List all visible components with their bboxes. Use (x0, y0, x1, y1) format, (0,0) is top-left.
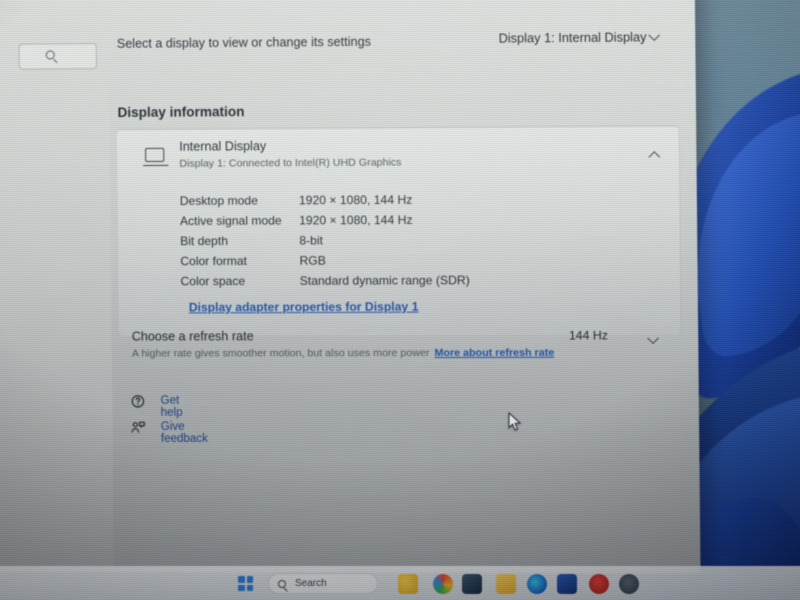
whatsapp-icon[interactable] (398, 574, 418, 594)
help-links: Get help Give feedback (118, 392, 208, 445)
spec-key: Color format (180, 253, 248, 269)
search-icon (45, 50, 55, 60)
spec-value: 8-bit (299, 233, 324, 248)
refresh-rate-description: A higher rate gives smoother motion, but… (132, 347, 554, 360)
refresh-rate-description-text: A higher rate gives smoother motion, but… (131, 346, 430, 360)
spec-value: 1920 × 1080, 144 Hz (298, 192, 413, 208)
display-selector-row: Select a display to view or change its s… (116, 29, 677, 65)
get-help-icon (130, 394, 145, 409)
spec-value: RGB (299, 253, 326, 268)
spec-row: Active signal mode 1920 × 1080, 144 Hz (118, 211, 680, 234)
refresh-rate-dropdown[interactable] (647, 331, 659, 349)
refresh-rate-value[interactable]: 144 Hz (569, 328, 608, 342)
chevron-down-icon (647, 332, 659, 345)
chevron-up-icon (648, 151, 661, 163)
display-card-header[interactable]: Internal Display Display 1: Connected to… (117, 126, 680, 186)
section-heading: Display information (117, 104, 245, 121)
refresh-rate-row: Choose a refresh rate A higher rate give… (118, 324, 682, 366)
spec-row: Color space Standard dynamic range (SDR) (118, 272, 680, 294)
more-about-refresh-rate-link[interactable]: More about refresh rate (429, 347, 555, 359)
settings-icon[interactable] (619, 574, 639, 594)
settings-window: e rity date System›Display›Advanced disp… (0, 0, 701, 574)
spec-key: Active signal mode (179, 213, 282, 229)
display-spec-list: Desktop mode 1920 × 1080, 144 Hz Active … (117, 183, 680, 335)
edge-icon[interactable] (527, 574, 547, 594)
windows-logo-icon[interactable] (238, 576, 253, 591)
taskbar: Search (0, 566, 800, 600)
collapse-toggle[interactable] (648, 147, 661, 165)
spec-key: Desktop mode (179, 193, 258, 208)
display-card-title: Internal Display (179, 139, 267, 154)
spec-key: Bit depth (180, 233, 229, 249)
give-feedback-label: Give feedback (160, 420, 209, 445)
search-icon (278, 580, 286, 588)
settings-sidebar: e rity date (0, 0, 114, 573)
chrome-icon[interactable] (433, 574, 453, 594)
give-feedback-icon (131, 420, 146, 435)
opera-icon[interactable] (589, 574, 609, 594)
spec-key: Color space (180, 273, 246, 289)
spec-value: Standard dynamic range (SDR) (299, 273, 470, 288)
settings-content: System›Display›Advanced display Select a… (108, 0, 700, 574)
chevron-down-icon (648, 29, 660, 42)
display-selector-label: Select a display to view or change its s… (116, 34, 372, 51)
file-explorer-icon[interactable] (496, 574, 516, 594)
display-adapter-properties-link[interactable]: Display adapter properties for Display 1 (189, 300, 419, 315)
store-icon[interactable] (462, 574, 482, 594)
display-card-subtitle: Display 1: Connected to Intel(R) UHD Gra… (179, 156, 402, 170)
sidebar-search-input[interactable] (18, 43, 98, 70)
taskbar-search-placeholder: Search (295, 578, 327, 589)
spec-row: Color format RGB (118, 252, 680, 274)
spec-row: Bit depth 8-bit (118, 232, 680, 255)
spec-row: Desktop mode 1920 × 1080, 144 Hz (117, 191, 679, 214)
mouse-pointer (508, 412, 522, 431)
spec-value: 1920 × 1080, 144 Hz (299, 212, 413, 228)
display-information-card: Internal Display Display 1: Connected to… (115, 125, 682, 336)
monitor-icon (145, 147, 165, 163)
taskbar-search-input[interactable]: Search (268, 573, 378, 594)
calculator-icon[interactable] (557, 574, 577, 594)
screen-photo: e rity date System›Display›Advanced disp… (0, 0, 800, 600)
display-selector-value: Display 1: Internal Display (498, 30, 647, 46)
refresh-rate-title: Choose a refresh rate (131, 329, 254, 344)
get-help-label: Get help (160, 394, 183, 419)
display-selector-dropdown[interactable]: Display 1: Internal Display (498, 29, 660, 46)
